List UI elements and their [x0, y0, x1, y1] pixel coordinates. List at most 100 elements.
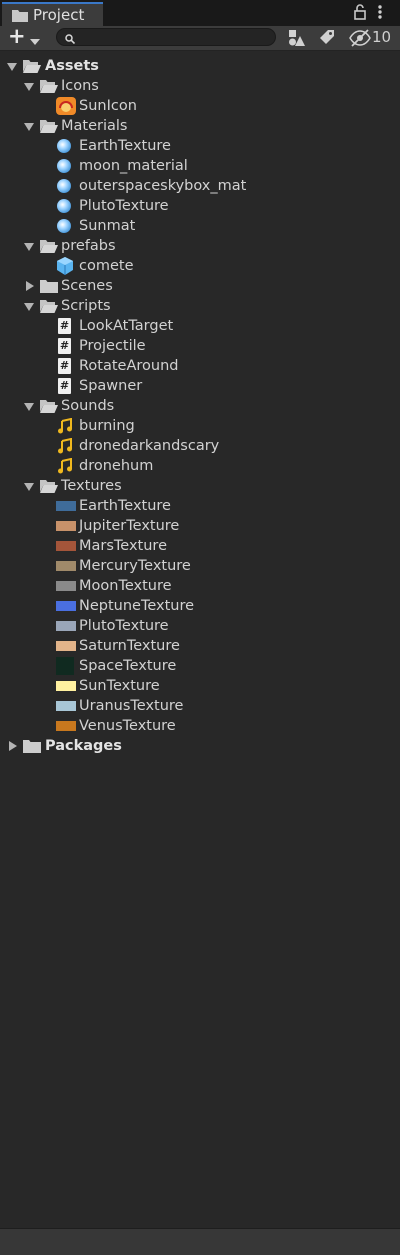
- tree-row-texture[interactable]: MercuryTexture: [0, 556, 400, 576]
- search-icon: [65, 32, 76, 48]
- eye-slash-icon[interactable]: [349, 28, 371, 48]
- tree-row-prefabs[interactable]: prefabs: [0, 236, 400, 256]
- tree-row-script[interactable]: # RotateAround: [0, 356, 400, 376]
- tree-row-sound[interactable]: dronedarkandscary: [0, 436, 400, 456]
- tree-row-texture[interactable]: JupiterTexture: [0, 516, 400, 536]
- chevron-down-icon[interactable]: [24, 243, 34, 251]
- csharp-script-icon: #: [58, 338, 71, 354]
- tree-label: Projectile: [79, 338, 146, 354]
- prefab-cube-icon: [57, 257, 75, 275]
- tree-row-material[interactable]: Sunmat: [0, 216, 400, 236]
- tree-row-material[interactable]: EarthTexture: [0, 136, 400, 156]
- tree-row-texture[interactable]: VenusTexture: [0, 716, 400, 736]
- tree-label: Spawner: [79, 378, 143, 394]
- tree-row-texture[interactable]: SaturnTexture: [0, 636, 400, 656]
- texture-thumbnail-icon: [56, 561, 76, 571]
- open-folder-icon: [23, 58, 41, 74]
- kebab-menu-icon[interactable]: [377, 4, 383, 24]
- texture-thumbnail-icon: [56, 657, 74, 675]
- audio-note-icon: [57, 417, 75, 434]
- folder-icon: [40, 278, 58, 294]
- tree-row-scenes[interactable]: Scenes: [0, 276, 400, 296]
- tree-label: LookAtTarget: [79, 318, 174, 334]
- tree-row-texture[interactable]: MoonTexture: [0, 576, 400, 596]
- tree-row-script[interactable]: # LookAtTarget: [0, 316, 400, 336]
- tree-label: burning: [79, 418, 135, 434]
- tree-label: Scripts: [61, 298, 111, 314]
- tree-label: UranusTexture: [79, 698, 184, 714]
- tree-label: SunTexture: [79, 678, 160, 694]
- tree-label: SunIcon: [79, 98, 137, 114]
- tree-label-packages: Packages: [45, 738, 122, 754]
- tree-label: prefabs: [61, 238, 116, 254]
- tree-label: Textures: [61, 478, 122, 494]
- tree-label: SpaceTexture: [79, 658, 177, 674]
- chevron-down-icon[interactable]: [30, 33, 40, 49]
- audio-note-icon: [57, 437, 75, 454]
- chevron-down-icon[interactable]: [7, 63, 17, 71]
- project-toolbar: + 10: [0, 24, 400, 51]
- tree-row-script[interactable]: # Projectile: [0, 336, 400, 356]
- hidden-count: 10: [372, 28, 392, 46]
- tree-row-material[interactable]: moon_material: [0, 156, 400, 176]
- texture-thumbnail-icon: [56, 721, 76, 731]
- tree-row-sunicon[interactable]: SunIcon: [0, 96, 400, 116]
- tree-row-sound[interactable]: burning: [0, 416, 400, 436]
- panel-tab-bar: Project: [0, 0, 400, 26]
- tree-label: NeptuneTexture: [79, 598, 195, 614]
- tree-label: comete: [79, 258, 134, 274]
- tree-row-material[interactable]: PlutoTexture: [0, 196, 400, 216]
- material-sphere-icon: [57, 199, 71, 213]
- tree-row-texture[interactable]: PlutoTexture: [0, 616, 400, 636]
- tree-label: outerspaceskybox_mat: [79, 178, 247, 194]
- tree-row-texture[interactable]: NeptuneTexture: [0, 596, 400, 616]
- lock-icon[interactable]: [354, 4, 366, 24]
- csharp-script-icon: #: [58, 378, 71, 394]
- sun-icon: [56, 97, 76, 115]
- tree-row-texture[interactable]: SunTexture: [0, 676, 400, 696]
- tree-label: Sounds: [61, 398, 115, 414]
- open-folder-icon: [40, 298, 58, 314]
- filter-by-type-icon[interactable]: [286, 28, 306, 48]
- tree-row-prefab[interactable]: comete: [0, 256, 400, 276]
- tree-row-script[interactable]: # Spawner: [0, 376, 400, 396]
- texture-thumbnail-icon: [56, 701, 76, 711]
- tab-label: Project: [33, 6, 85, 24]
- tree-label: PlutoTexture: [79, 198, 169, 214]
- tree-row-packages[interactable]: Packages: [0, 736, 400, 756]
- filter-by-label-icon[interactable]: [318, 28, 336, 48]
- texture-thumbnail-icon: [56, 541, 76, 551]
- tree-row-texture[interactable]: MarsTexture: [0, 536, 400, 556]
- tab-project[interactable]: Project: [2, 2, 103, 26]
- tree-label: moon_material: [79, 158, 188, 174]
- tree-row-assets[interactable]: Assets: [0, 56, 400, 76]
- material-sphere-icon: [57, 179, 71, 193]
- tree-row-icons[interactable]: Icons: [0, 76, 400, 96]
- tree-row-textures[interactable]: Textures: [0, 476, 400, 496]
- chevron-down-icon[interactable]: [24, 303, 34, 311]
- tree-row-materials[interactable]: Materials: [0, 116, 400, 136]
- texture-thumbnail-icon: [56, 621, 76, 631]
- tree-row-texture[interactable]: UranusTexture: [0, 696, 400, 716]
- tree-label: JupiterTexture: [79, 518, 180, 534]
- tree-row-scripts[interactable]: Scripts: [0, 296, 400, 316]
- chevron-down-icon[interactable]: [24, 123, 34, 131]
- chevron-right-icon[interactable]: [26, 281, 34, 291]
- tree-row-texture[interactable]: EarthTexture: [0, 496, 400, 516]
- chevron-down-icon[interactable]: [24, 83, 34, 91]
- texture-thumbnail-icon: [56, 501, 76, 511]
- tree-row-sound[interactable]: dronehum: [0, 456, 400, 476]
- chevron-down-icon[interactable]: [24, 403, 34, 411]
- search-field[interactable]: [56, 28, 276, 46]
- tree-label: dronedarkandscary: [79, 438, 220, 454]
- tree-label: Sunmat: [79, 218, 136, 234]
- tree-row-sounds[interactable]: Sounds: [0, 396, 400, 416]
- chevron-right-icon[interactable]: [9, 741, 17, 751]
- texture-thumbnail-icon: [56, 681, 76, 691]
- tree-row-material[interactable]: outerspaceskybox_mat: [0, 176, 400, 196]
- tree-row-texture[interactable]: SpaceTexture: [0, 656, 400, 676]
- plus-icon[interactable]: +: [8, 24, 26, 48]
- search-input[interactable]: [81, 30, 273, 46]
- tree-label: dronehum: [79, 458, 154, 474]
- chevron-down-icon[interactable]: [24, 483, 34, 491]
